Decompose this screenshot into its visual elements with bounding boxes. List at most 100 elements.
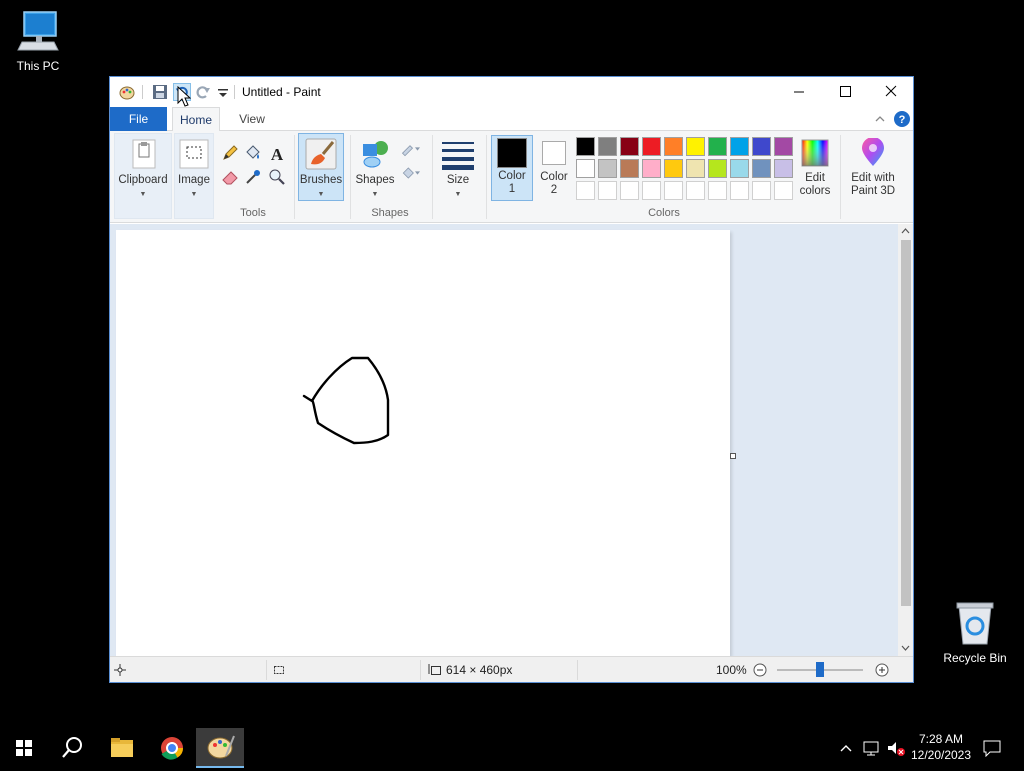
palette-swatch[interactable]	[730, 137, 749, 156]
palette-swatch[interactable]	[752, 181, 771, 200]
magnifier-icon[interactable]	[267, 167, 287, 187]
palette-swatch[interactable]	[664, 181, 683, 200]
status-bar: 614 × 460px 100%	[110, 656, 913, 682]
palette-swatch[interactable]	[730, 181, 749, 200]
brush-icon	[305, 138, 337, 170]
palette-swatch[interactable]	[576, 181, 595, 200]
clock[interactable]: 7:28 AM 12/20/2023	[908, 731, 974, 763]
palette-swatch[interactable]	[752, 137, 771, 156]
fill-shape-icon[interactable]	[400, 163, 420, 183]
image-button[interactable]: Image ▼	[174, 135, 214, 203]
color2-button[interactable]: Color 2	[534, 135, 574, 203]
pencil-icon[interactable]	[220, 143, 240, 163]
palette-swatch[interactable]	[598, 137, 617, 156]
text-icon[interactable]: A	[267, 143, 287, 163]
start-button[interactable]	[0, 728, 48, 768]
customize-quick-access-icon[interactable]	[214, 83, 232, 101]
palette-swatch[interactable]	[752, 159, 771, 178]
palette-swatch[interactable]	[642, 137, 661, 156]
palette-swatch[interactable]	[664, 159, 683, 178]
palette-swatch[interactable]	[686, 181, 705, 200]
collapse-ribbon-icon[interactable]	[874, 113, 886, 125]
vertical-scrollbar[interactable]	[898, 224, 913, 656]
palette-swatch[interactable]	[642, 181, 661, 200]
save-icon[interactable]	[151, 83, 169, 101]
eraser-icon[interactable]	[220, 167, 240, 187]
zoom-out-icon[interactable]	[753, 663, 767, 677]
maximize-icon	[840, 86, 851, 97]
file-explorer-button[interactable]	[98, 728, 146, 768]
recycle-bin-graphic-icon	[956, 602, 994, 645]
image-label: Image	[178, 174, 210, 186]
ribbon-separator	[294, 135, 295, 219]
shapes-button[interactable]: Shapes ▼	[354, 135, 396, 203]
recycle-bin-icon[interactable]: Recycle Bin	[937, 600, 1013, 665]
canvas-workspace	[110, 224, 898, 656]
scroll-up-icon[interactable]	[900, 226, 911, 236]
palette-swatch[interactable]	[708, 181, 727, 200]
palette-swatch[interactable]	[576, 137, 595, 156]
paint-app-icon[interactable]	[118, 83, 136, 101]
palette-swatch[interactable]	[664, 137, 683, 156]
paint3d-icon	[857, 137, 889, 170]
brushes-button[interactable]: Brushes ▼	[298, 135, 344, 203]
volume-muted-icon[interactable]	[886, 739, 906, 757]
zoom-slider-thumb[interactable]	[816, 662, 824, 677]
tab-view[interactable]: View	[226, 107, 278, 131]
palette-swatch[interactable]	[774, 137, 793, 156]
palette-swatch[interactable]	[620, 137, 639, 156]
selection-size-icon	[274, 666, 284, 674]
color1-button[interactable]: Color 1	[491, 135, 533, 203]
windows-logo-icon	[16, 740, 32, 756]
fill-icon[interactable]	[243, 143, 263, 163]
search-button[interactable]	[48, 728, 96, 768]
palette-swatch[interactable]	[708, 137, 727, 156]
close-button[interactable]	[868, 77, 914, 107]
palette-swatch[interactable]	[774, 181, 793, 200]
title-separator-2	[234, 85, 235, 99]
edit-paint3d-button[interactable]: Edit with Paint 3D	[846, 135, 900, 203]
canvas-resize-handle[interactable]	[730, 453, 736, 459]
tab-file[interactable]: File	[110, 107, 167, 131]
zoom-in-icon[interactable]	[875, 663, 889, 677]
size-dropdown-icon: ▼	[454, 191, 462, 198]
palette-swatch[interactable]	[620, 181, 639, 200]
palette-swatch[interactable]	[598, 181, 617, 200]
this-pc-icon[interactable]: This PC	[0, 10, 76, 73]
chrome-button[interactable]	[148, 728, 196, 768]
edit-colors-button[interactable]: Edit colors	[796, 135, 834, 203]
tab-home[interactable]: Home	[172, 107, 220, 132]
color-picker-icon[interactable]	[243, 167, 263, 187]
paint-taskbar-button[interactable]	[196, 728, 244, 768]
outline-icon[interactable]	[400, 139, 420, 159]
size-label: Size	[446, 174, 470, 186]
maximize-button[interactable]	[822, 77, 868, 107]
shapes-icon	[359, 138, 391, 170]
palette-swatch[interactable]	[686, 159, 705, 178]
scroll-thumb[interactable]	[901, 240, 911, 606]
image-dropdown-icon: ▼	[190, 191, 198, 198]
palette-swatch[interactable]	[620, 159, 639, 178]
palette-swatch[interactable]	[774, 159, 793, 178]
color2-swatch	[542, 141, 566, 165]
drawn-shape	[302, 356, 390, 445]
clipboard-button[interactable]: Clipboard ▼	[114, 135, 172, 203]
show-hidden-icons-icon[interactable]	[838, 740, 854, 756]
palette-swatch[interactable]	[708, 159, 727, 178]
notifications-icon[interactable]	[982, 739, 1002, 757]
palette-swatch[interactable]	[730, 159, 749, 178]
size-button[interactable]: Size ▼	[438, 135, 478, 203]
drawing-canvas[interactable]	[116, 230, 730, 656]
palette-swatch[interactable]	[686, 137, 705, 156]
palette-swatch[interactable]	[642, 159, 661, 178]
redo-icon[interactable]	[194, 83, 212, 101]
palette-swatch[interactable]	[598, 159, 617, 178]
color1-swatch	[497, 138, 527, 168]
search-icon	[62, 737, 82, 758]
scroll-down-icon[interactable]	[900, 643, 911, 653]
network-icon[interactable]	[862, 739, 880, 757]
minimize-button[interactable]	[776, 77, 822, 107]
palette-swatch[interactable]	[576, 159, 595, 178]
image-size-icon	[428, 664, 441, 675]
help-icon[interactable]: ?	[893, 110, 911, 128]
